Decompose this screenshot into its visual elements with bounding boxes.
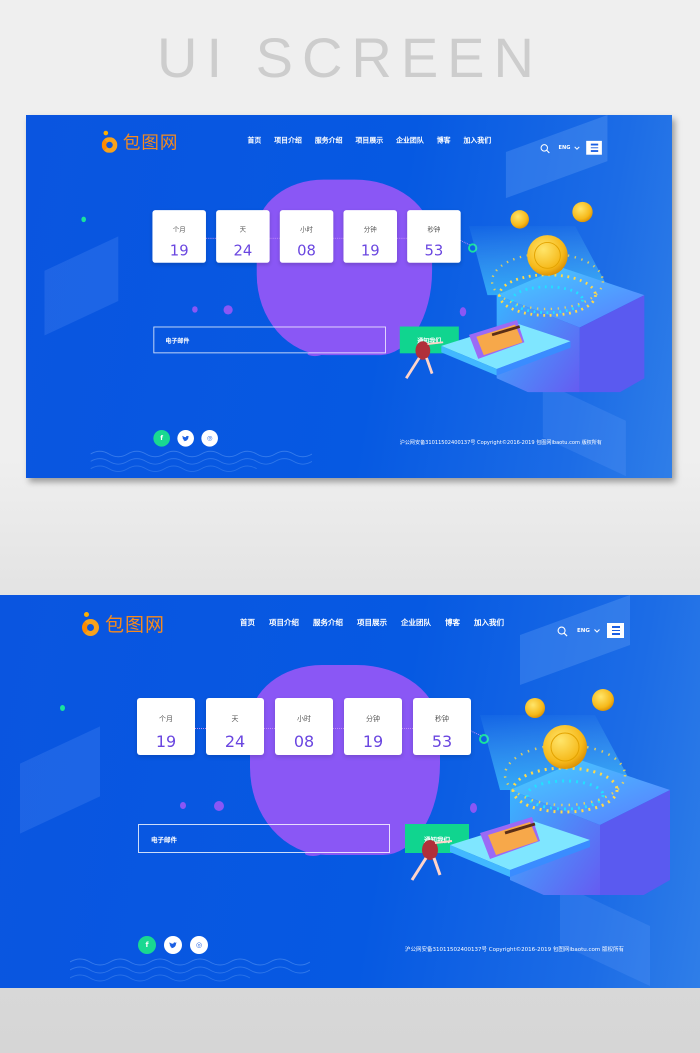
twitter-icon [169, 941, 177, 948]
nav-item-team[interactable]: 企业团队 [401, 617, 431, 628]
nav-item-project-showcase[interactable]: 项目展示 [355, 135, 383, 145]
nav-item-home[interactable]: 首页 [240, 617, 255, 628]
nav-item-join-us[interactable]: 加入我们 [463, 135, 491, 145]
countdown-hours: 小时 08 [275, 698, 333, 755]
purple-dot [192, 306, 198, 313]
nav-item-service-intro[interactable]: 服务介绍 [313, 617, 343, 628]
coin-icon [525, 698, 545, 718]
dribbble-icon: ◎ [206, 434, 213, 442]
purple-dot [214, 801, 224, 811]
nav-item-home[interactable]: 首页 [247, 135, 261, 145]
language-selector[interactable]: ENG [559, 145, 580, 151]
logo[interactable]: 包图网 [82, 610, 165, 637]
footer-copyright: 沪公网安备31011502400137号 Copyright©2016-2019… [399, 440, 602, 446]
nav-item-join-us[interactable]: 加入我们 [474, 617, 504, 628]
twitter-icon [182, 435, 190, 441]
nav-item-project-intro[interactable]: 项目介绍 [274, 135, 302, 145]
screen-content: 包图网 首页 项目介绍 服务介绍 项目展示 企业团队 博客 加入我们 ENG 个… [0, 595, 700, 988]
language-label: ENG [558, 145, 571, 152]
hamburger-menu-icon [611, 626, 620, 628]
countdown-value: 24 [233, 241, 253, 260]
decorative-shape [560, 884, 650, 986]
wave-decoration [90, 450, 313, 473]
language-selector[interactable]: ENG [577, 628, 600, 634]
nav-item-team[interactable]: 企业团队 [396, 135, 424, 145]
main-nav: 首页 项目介绍 服务介绍 项目展示 企业团队 博客 加入我们 [247, 135, 491, 145]
green-dot [81, 216, 86, 223]
wave-decoration [70, 958, 310, 982]
decorative-shape [20, 726, 100, 834]
dribbble-icon: ◎ [195, 941, 203, 949]
countdown-months: 个月 19 [137, 698, 195, 755]
page-title: UI SCREEN [157, 26, 543, 89]
green-dot [60, 705, 65, 711]
countdown-value: 08 [293, 732, 315, 751]
chevron-down-icon [574, 146, 580, 150]
countdown-label: 天 [231, 715, 239, 723]
email-input[interactable]: 电子邮件 [153, 326, 386, 354]
coin-icon [572, 201, 593, 223]
countdown-days: 天 24 [216, 210, 270, 263]
countdown-label: 个月 [172, 225, 186, 234]
logo-text: 包图网 [122, 132, 179, 153]
baotu-logo-icon [82, 611, 102, 636]
main-nav: 首页 项目介绍 服务介绍 项目展示 企业团队 博客 加入我们 [240, 617, 504, 628]
baotu-logo-icon [101, 130, 120, 153]
countdown-value: 19 [155, 732, 177, 751]
search-icon[interactable] [540, 144, 550, 154]
countdown-value: 24 [224, 732, 246, 751]
countdown-value: 08 [297, 241, 316, 260]
coin-icon [510, 210, 529, 229]
footer-copyright: 沪公网安备31011502400137号 Copyright©2016-2019… [405, 947, 624, 953]
countdown-label: 个月 [159, 715, 173, 723]
email-input[interactable]: 电子邮件 [138, 824, 390, 853]
isometric-coin-box-illustration [405, 201, 645, 393]
logo-text: 包图网 [105, 614, 166, 636]
coin-icon [592, 689, 614, 711]
email-placeholder: 电子邮件 [151, 835, 177, 844]
coin-icon [543, 725, 587, 769]
logo[interactable]: 包图网 [101, 129, 179, 154]
running-person-icon [405, 341, 444, 379]
chevron-down-icon [593, 629, 600, 633]
facebook-icon: f [145, 941, 149, 949]
countdown-hours: 小时 08 [279, 210, 334, 263]
coin-icon [527, 235, 568, 276]
hamburger-menu-icon [590, 143, 598, 146]
ui-screen-mockup-2: 包图网 首页 项目介绍 服务介绍 项目展示 企业团队 博客 加入我们 ENG 个… [0, 595, 700, 988]
countdown-months: 个月 19 [152, 210, 206, 263]
email-placeholder: 电子邮件 [165, 337, 190, 345]
nav-item-blog[interactable]: 博客 [445, 617, 460, 628]
decorative-shape [542, 381, 626, 477]
countdown-days: 天 24 [206, 698, 264, 755]
running-person-icon [410, 840, 453, 881]
ui-screen-mockup-1: 包图网 首页 项目介绍 服务介绍 项目展示 企业团队 博客 加入我们 ENG 个… [26, 115, 672, 478]
countdown-value: 19 [169, 241, 189, 260]
nav-item-blog[interactable]: 博客 [437, 135, 451, 145]
nav-item-service-intro[interactable]: 服务介绍 [315, 135, 343, 145]
facebook-icon: f [160, 434, 164, 442]
nav-item-project-intro[interactable]: 项目介绍 [269, 617, 299, 628]
nav-item-project-showcase[interactable]: 项目展示 [357, 617, 387, 628]
hamburger-menu-button[interactable] [607, 623, 624, 638]
screen-content: 包图网 首页 项目介绍 服务介绍 项目展示 企业团队 博客 加入我们 ENG 个… [26, 115, 672, 478]
countdown-label: 小时 [297, 715, 311, 723]
purple-dot [180, 802, 186, 809]
language-label: ENG [577, 628, 590, 634]
purple-dot [223, 305, 233, 315]
countdown-label: 天 [239, 225, 247, 234]
search-icon[interactable] [557, 626, 568, 637]
countdown-label: 小时 [300, 225, 314, 234]
decorative-shape [44, 236, 119, 336]
hamburger-menu-button[interactable] [586, 140, 602, 155]
isometric-coin-box-illustration [410, 689, 670, 895]
